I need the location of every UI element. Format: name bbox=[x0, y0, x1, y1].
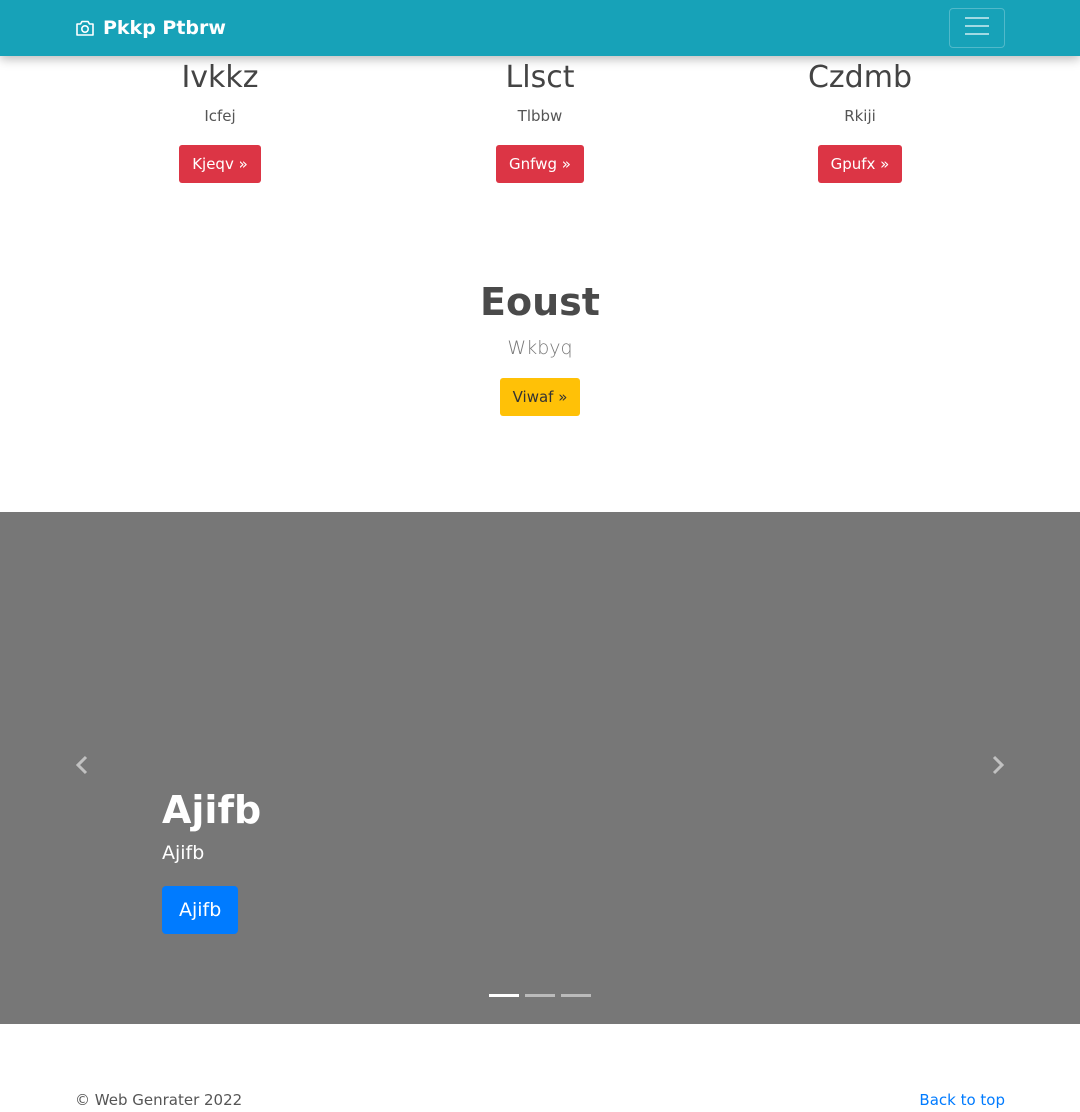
featured-button[interactable]: Viwaf » bbox=[499, 378, 581, 416]
carousel-prev-button[interactable] bbox=[67, 752, 97, 782]
back-to-top-link[interactable]: Back to top bbox=[905, 1090, 1005, 1110]
footer-copyright: © Web Genrater 2022 bbox=[75, 1091, 243, 1109]
feature-button[interactable]: Gpufx » bbox=[817, 145, 903, 183]
feature-title: Ivkkz bbox=[181, 60, 259, 95]
carousel-indicators bbox=[489, 994, 597, 997]
chevron-right-icon bbox=[991, 755, 1005, 779]
navbar: Pkkp Ptbrw bbox=[0, 0, 1080, 56]
brand-link[interactable]: Pkkp Ptbrw bbox=[75, 14, 226, 42]
brand-name: Pkkp Ptbrw bbox=[103, 17, 226, 39]
featured-title: Eoust bbox=[480, 280, 600, 324]
feature-button[interactable]: Gnfwg » bbox=[496, 145, 584, 183]
carousel-title: Ajifb bbox=[162, 788, 262, 832]
feature-title: Czdmb bbox=[807, 60, 912, 95]
camera-icon bbox=[75, 19, 95, 37]
feature-text: Icfej bbox=[204, 107, 236, 125]
carousel-next-button[interactable] bbox=[983, 752, 1013, 782]
navbar-toggler-button[interactable] bbox=[949, 8, 1005, 48]
carousel-indicator[interactable] bbox=[561, 994, 591, 997]
carousel-caption: Ajifb Ajifb Ajifb bbox=[162, 784, 261, 934]
menu-icon bbox=[964, 16, 990, 40]
feature-text: Tlbbw bbox=[517, 107, 563, 125]
feature-title: Llsct bbox=[505, 60, 575, 95]
featured-section: Eoust Wkbyq Viwaf » bbox=[0, 280, 1080, 416]
carousel-button[interactable]: Ajifb bbox=[162, 886, 239, 934]
carousel: Ajifb Ajifb Ajifb bbox=[0, 512, 1080, 1024]
carousel-indicator[interactable] bbox=[489, 994, 519, 997]
feature-text: Rkiji bbox=[844, 107, 876, 125]
feature-button[interactable]: Kjeqv » bbox=[179, 145, 261, 183]
featured-text: Wkbyq bbox=[507, 337, 573, 359]
chevron-left-icon bbox=[75, 755, 89, 779]
carousel-indicator[interactable] bbox=[525, 994, 555, 997]
carousel-text: Ajifb bbox=[162, 842, 205, 864]
